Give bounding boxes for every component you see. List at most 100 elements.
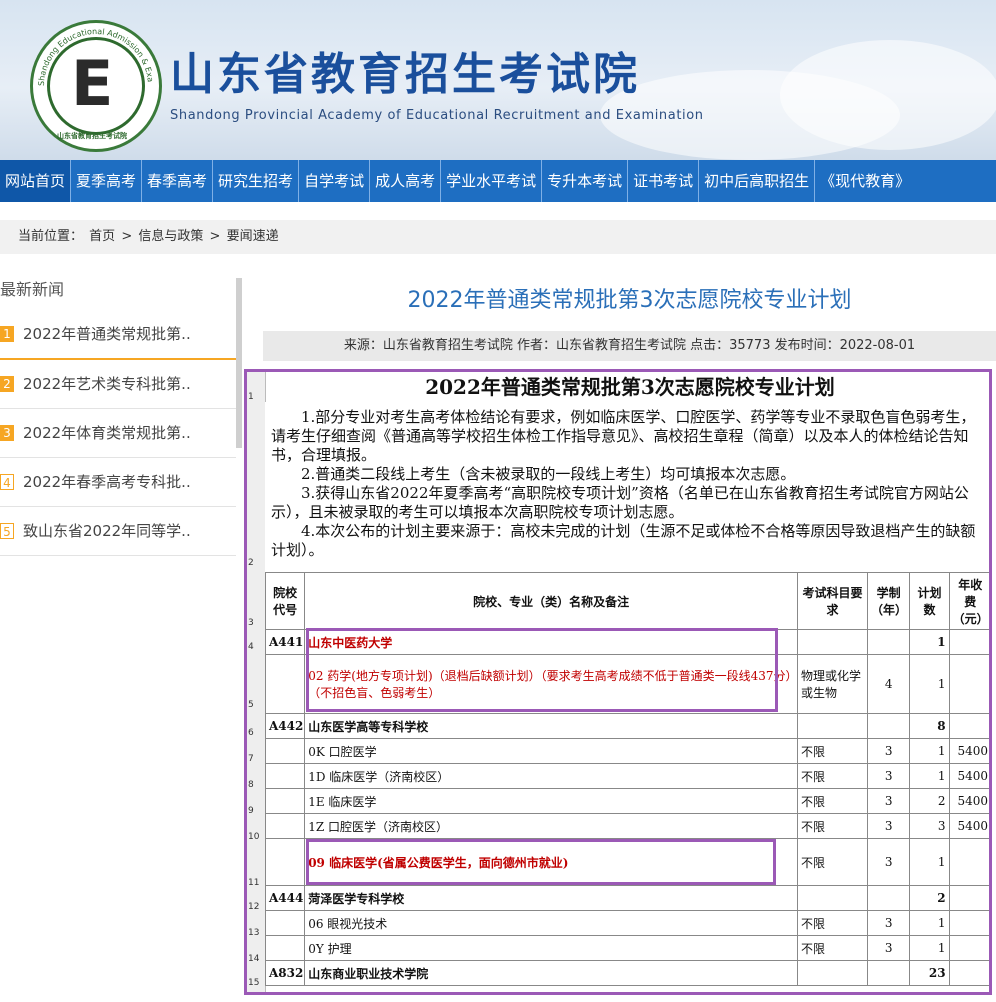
news-link[interactable]: 2022年普通类常规批第.. (23, 310, 191, 358)
sidebar-title: 最新新闻 (0, 280, 65, 299)
years: 3 (866, 788, 911, 814)
table-row: 06 眼视光技术 不限 3 1 (264, 910, 989, 936)
school-code: A442 (264, 713, 306, 739)
subject-req: 物理或化学或生物 (797, 654, 868, 714)
col-header: 学制（年） (866, 572, 911, 630)
row-number: 6 (248, 728, 254, 738)
note-item: 2.普通类二段线上考生（含未被录取的一段线上考生）均可填报本次志愿。 (301, 465, 796, 483)
annual-fee (948, 910, 989, 936)
nav-item-adult[interactable]: 成人高考 (370, 160, 442, 202)
plan-spreadsheet-image: 1 2 3 4 5 6 7 8 9 10 11 12 13 14 15 2022… (244, 369, 992, 995)
site-logo[interactable]: Shandong Educational Admission & Examina… (30, 20, 162, 152)
note-item: 1.部分专业对考生高考体检结论有要求，例如临床医学、口腔医学、药学等专业不录取色… (271, 408, 976, 464)
note-item: 3.获得山东省2022年夏季高考“高职院校专项计划”资格（名单已在山东省教育招生… (271, 484, 969, 521)
nav-item-modern-education[interactable]: 《现代教育》 (815, 160, 915, 202)
major-name: 1Z 口腔医学（济南校区） (304, 813, 799, 839)
nav-item-upgrade[interactable]: 专升本考试 (542, 160, 629, 202)
major-name: 0Y 护理 (304, 935, 799, 961)
nav-item-proficiency[interactable]: 学业水平考试 (441, 160, 543, 202)
annual-fee (948, 713, 989, 739)
table-row: 1E 临床医学 不限 3 2 5400 (264, 788, 989, 814)
nav-item-spring[interactable]: 春季高考 (142, 160, 214, 202)
sidebar-scrollbar[interactable] (236, 278, 242, 448)
breadcrumb-policy[interactable]: 信息与政策 (138, 229, 203, 244)
sidebar: 最新新闻 1 2022年普通类常规批第.. 2 2022年艺术类专科批第.. 3… (0, 270, 242, 556)
subject-req: 不限 (797, 935, 868, 961)
table-row: A442 山东医学高等专科学校 8 (264, 713, 989, 739)
news-link[interactable]: 2022年春季高考专科批.. (23, 458, 191, 506)
sidebar-news-item[interactable]: 2 2022年艺术类专科批第.. (0, 360, 236, 409)
school-name: 菏泽医学专科学校 (304, 885, 799, 911)
school-code (264, 813, 306, 839)
nav-item-vocational[interactable]: 初中后高职招生 (699, 160, 816, 202)
school-code (264, 788, 306, 814)
years: 3 (866, 838, 911, 886)
nav-item-certificate[interactable]: 证书考试 (628, 160, 700, 202)
cloud-decoration (780, 40, 996, 150)
col-header: 考试科目要求 (797, 572, 868, 630)
nav-item-summer[interactable]: 夏季高考 (71, 160, 143, 202)
years (866, 885, 911, 911)
col-header: 年收费（元） (948, 572, 989, 630)
header-banner: Shandong Educational Admission & Examina… (0, 0, 996, 160)
major-name: 1E 临床医学 (304, 788, 799, 814)
breadcrumb-home[interactable]: 首页 (89, 229, 115, 244)
subject-req: 不限 (797, 763, 868, 789)
breadcrumb-sep: > (209, 229, 221, 244)
major-name-text: 02 药学(地方专项计划)（退档后缺额计划）（要求考生高考成绩不低于普通类一段线… (308, 669, 792, 700)
years: 3 (866, 910, 911, 936)
major-name: 06 眼视光技术 (304, 910, 799, 936)
nav-item-graduate[interactable]: 研究生招考 (213, 160, 300, 202)
row-number: 11 (248, 878, 260, 888)
table-row: 1D 临床医学（济南校区） 不限 3 1 5400 (264, 763, 989, 789)
breadcrumb: 当前位置： 首页 > 信息与政策 > 要闻速递 (0, 220, 996, 254)
major-name: 1D 临床医学（济南校区） (304, 763, 799, 789)
years: 3 (866, 738, 911, 764)
sidebar-news-item[interactable]: 3 2022年体育类常规批第.. (0, 409, 236, 458)
years (866, 960, 911, 986)
school-code (264, 738, 306, 764)
plan-count: 1 (909, 763, 950, 789)
sidebar-news-item[interactable]: 5 致山东省2022年同等学.. (0, 507, 236, 556)
row-number: 2 (248, 558, 254, 568)
news-link[interactable]: 致山东省2022年同等学.. (23, 507, 191, 555)
years (866, 713, 911, 739)
table-row: A441 山东中医药大学 1 (264, 629, 989, 655)
row-number: 12 (248, 902, 260, 912)
news-rank-badge: 3 (0, 425, 14, 441)
major-name: 09 临床医学(省属公费医学生，面向德州市就业) (304, 838, 799, 886)
news-rank-badge: 2 (0, 376, 14, 392)
table-row: A832 山东商业职业技术学院 23 (264, 960, 989, 986)
nav-item-self-study[interactable]: 自学考试 (299, 160, 371, 202)
subject-req (797, 960, 868, 986)
row-number: 8 (248, 780, 254, 790)
subject-req: 不限 (797, 838, 868, 886)
school-name: 山东医学高等专科学校 (304, 713, 799, 739)
years: 3 (866, 935, 911, 961)
years (866, 629, 911, 655)
table-header-row: 院校代号 院校、专业（类）名称及备注 考试科目要求 学制（年） 计划数 年收费（… (264, 572, 989, 630)
table-row: 1Z 口腔医学（济南校区） 不限 3 3 5400 (264, 813, 989, 839)
breadcrumb-news[interactable]: 要闻速递 (227, 229, 279, 244)
plan-count: 1 (909, 910, 950, 936)
sidebar-news-item[interactable]: 4 2022年春季高考专科批.. (0, 458, 236, 507)
sidebar-news-item[interactable]: 1 2022年普通类常规批第.. (0, 310, 236, 360)
subject-req (797, 713, 868, 739)
table-row: 02 药学(地方专项计划)（退档后缺额计划）（要求考生高考成绩不低于普通类一段线… (264, 654, 989, 714)
plan-count: 1 (909, 838, 950, 886)
annual-fee: 5400 (948, 813, 989, 839)
row-number: 15 (248, 978, 260, 988)
nav-item-home[interactable]: 网站首页 (0, 160, 72, 202)
school-code (264, 763, 306, 789)
news-link[interactable]: 2022年艺术类专科批第.. (23, 360, 191, 408)
row-number: 9 (248, 806, 254, 816)
annual-fee (948, 960, 989, 986)
years: 3 (866, 813, 911, 839)
annual-fee (948, 629, 989, 655)
plan-count: 23 (909, 960, 950, 986)
news-link[interactable]: 2022年体育类常规批第.. (23, 409, 191, 457)
annual-fee (948, 838, 989, 886)
sheet-notes: 1.部分专业对考生高考体检结论有要求，例如临床医学、口腔医学、药学等专业不录取色… (265, 402, 989, 573)
plan-count: 8 (909, 713, 950, 739)
school-name: 山东商业职业技术学院 (304, 960, 799, 986)
